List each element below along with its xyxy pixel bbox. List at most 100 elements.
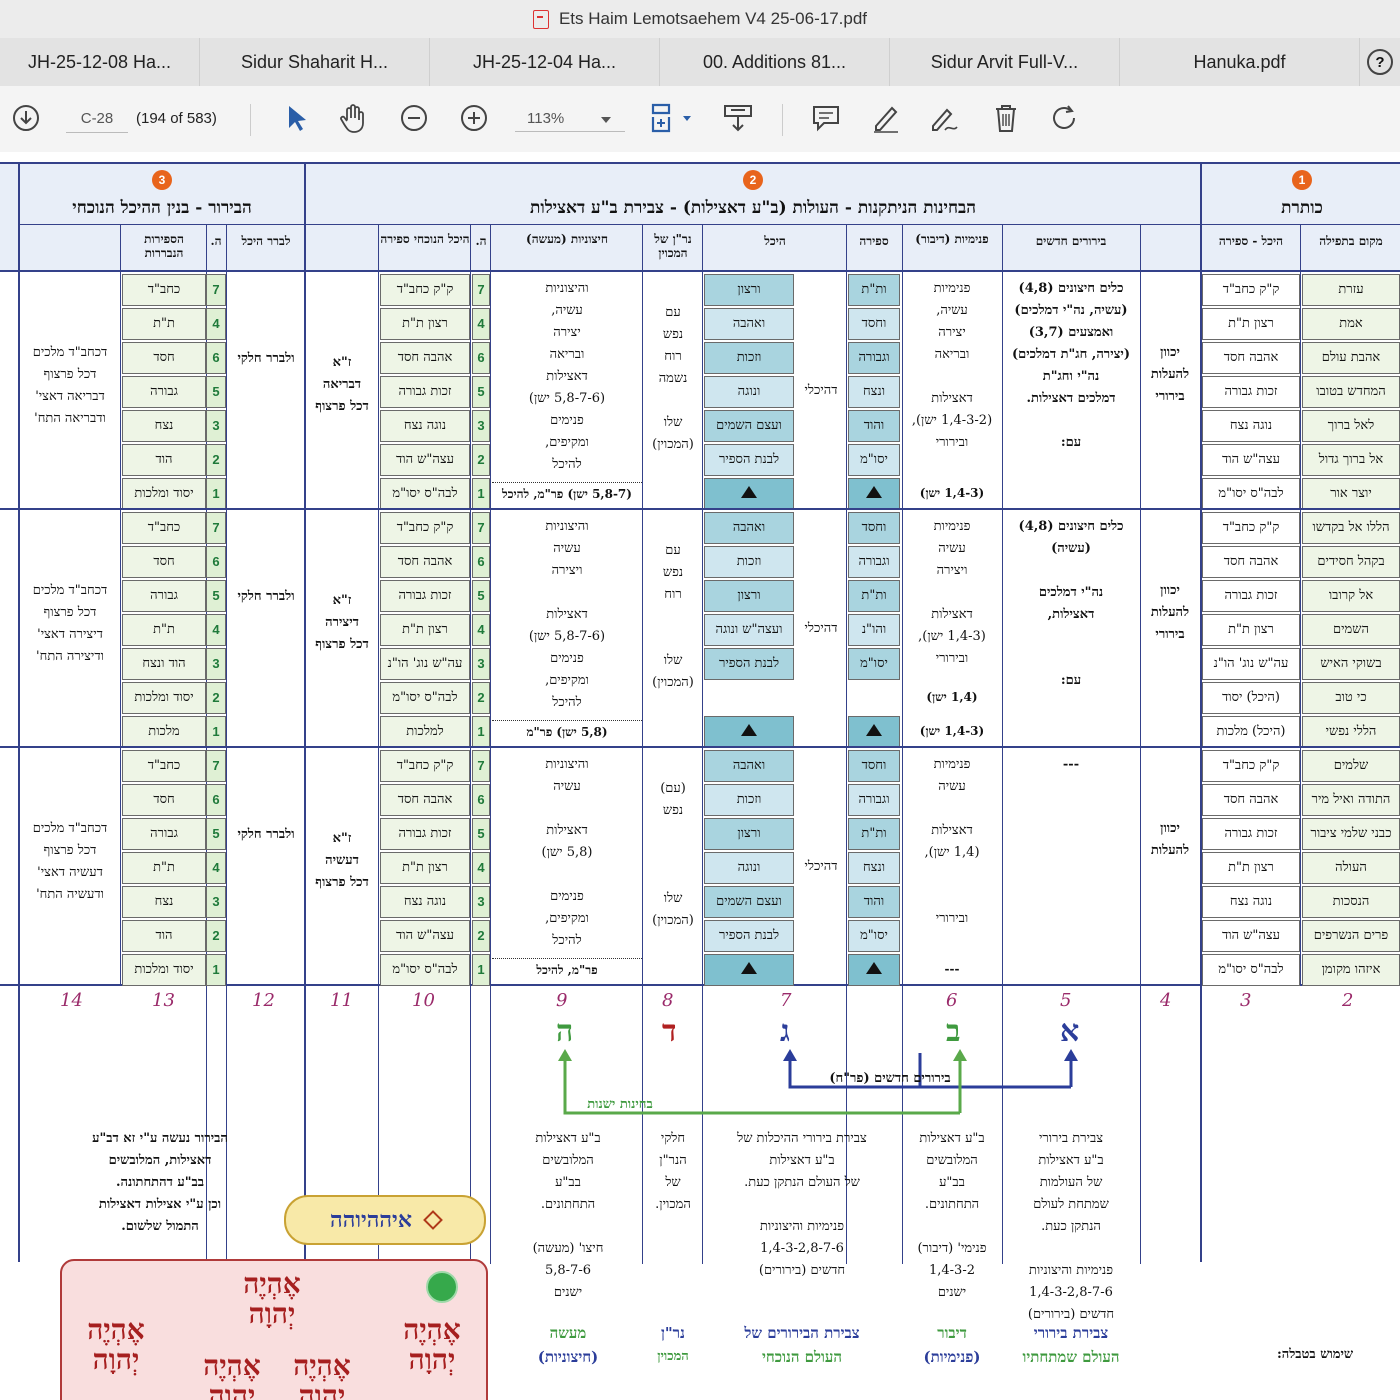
- h-number: 7: [472, 512, 490, 544]
- h-number: 3: [472, 648, 490, 680]
- arrow-up-icon: [866, 962, 882, 974]
- makom-cell: השמים: [1302, 614, 1400, 646]
- zoom-out-icon[interactable]: [396, 98, 432, 138]
- makom-cell: הללו אל בקדשו: [1302, 512, 1400, 544]
- sefirot-cell: יסוד ומלכות: [122, 478, 206, 510]
- note-c7-green: העולם הנוכחי: [761, 1348, 843, 1366]
- birur-note: הבירור נעשה ע"י זא דב"ע דאצילות, המלובשי…: [92, 1131, 228, 1234]
- column-number: 8: [662, 990, 674, 1011]
- heichal-nochechi-cell: עה"ש נוג' הו"נ: [380, 648, 470, 680]
- divine-names-box: אֶהְיֶה יְהוָה אֶהְיֶה יְהוָה אֶהְיֶה יְ…: [60, 1259, 488, 1400]
- heichal-cell: ורצון: [704, 580, 794, 612]
- sign-icon[interactable]: [926, 98, 966, 138]
- window-title: Ets Haim Lemotsaehem V4 25-06-17.pdf: [558, 9, 868, 28]
- frame-top: [0, 162, 1400, 164]
- sefira-cell: ונצח: [848, 376, 900, 408]
- heichal-cell: וזכות: [704, 342, 794, 374]
- heichal-cell: ועצם השמים: [704, 886, 794, 918]
- section-title-3: הבירור - בנין ההיכל הנוכחי: [72, 198, 252, 218]
- heichal-nochechi-cell: עצה"ש הוד: [380, 920, 470, 952]
- trash-icon[interactable]: [986, 98, 1026, 138]
- sefirot-number: 1: [206, 478, 226, 510]
- comment-icon[interactable]: [806, 98, 846, 138]
- tab-jh-25-12-04[interactable]: JH-25-12-04 Ha...: [430, 38, 660, 86]
- column-number: 4: [1160, 990, 1172, 1011]
- column-number: 13: [152, 990, 175, 1011]
- heichal-nochechi-cell: אהבה חסד: [380, 784, 470, 816]
- zoom-select[interactable]: 113%: [515, 106, 625, 132]
- sefira-cell: וגבורה: [848, 546, 900, 578]
- tab-additions[interactable]: 00. Additions 81...: [660, 38, 890, 86]
- note-c6: ב"ע דאצילות המלובשים בב"ע התחתונים. פנימ…: [917, 1131, 987, 1300]
- note-c9: ב"ע דאצילות המלובשים בב"ע התחתונים. חיצו…: [532, 1131, 604, 1300]
- sefirot-number: 2: [206, 682, 226, 714]
- levarer-text: ולברר חלקי: [237, 589, 295, 604]
- heichal-sefira-cell: אהבה חסד: [1202, 546, 1300, 578]
- page-label-input[interactable]: C-28: [66, 106, 128, 133]
- letter-c5: א: [1060, 1014, 1080, 1049]
- rotate-icon[interactable]: [1044, 98, 1084, 138]
- stamp-icon[interactable]: [718, 98, 758, 138]
- sefirot-cell: הוד: [122, 444, 206, 476]
- arrow-label-green: בחינות ישנות: [587, 1097, 653, 1112]
- makom-cell: כבני שלמי ציבור: [1302, 818, 1400, 850]
- tab-hanuka[interactable]: Hanuka.pdf: [1120, 38, 1360, 86]
- pnimiut-last: ---: [944, 962, 960, 976]
- makom-cell: בשוקי האיש: [1302, 648, 1400, 680]
- tab-sidur-shaharit[interactable]: Sidur Shaharit H...: [200, 38, 430, 86]
- sefira-cell: וגבורה: [848, 784, 900, 816]
- sefirot-cell: נצח: [122, 410, 206, 442]
- column-number: 6: [946, 990, 958, 1011]
- note-c8: חלקי הנר"ן של המכוין.: [655, 1131, 691, 1212]
- h-number: 2: [472, 444, 490, 476]
- sefira-cell: והוד: [848, 410, 900, 442]
- h-number: 2: [472, 682, 490, 714]
- sefira-cell: ות"ת: [848, 274, 900, 306]
- heichal-cell: ועצה"ש ונוגה: [704, 614, 794, 646]
- last-text: דכחב"ד מלכים דכל פרצוף דעשיה דאצי' ודעשי…: [32, 821, 108, 902]
- heichal-nochechi-cell: ק"ק כחב"ד: [380, 274, 470, 306]
- pnimiut-text: פנימיות עשיה ויצירה דאצילות (1,4-3 ישן),…: [918, 519, 986, 666]
- zoom-in-icon[interactable]: [456, 98, 492, 138]
- help-button[interactable]: ?: [1360, 38, 1400, 86]
- green-circle-icon: [426, 1271, 458, 1303]
- name-mid-1: אֶהְיֶה יְהוָה: [293, 1349, 351, 1400]
- name-right: אֶהְיֶה יְהוָה: [403, 1313, 461, 1376]
- toolbar: C-28 (194 of 583) 113%: [0, 86, 1400, 153]
- window-titlebar: Ets Haim Lemotsaehem V4 25-06-17.pdf: [0, 0, 1400, 38]
- h-number: 6: [472, 784, 490, 816]
- makom-cell: שלמים: [1302, 750, 1400, 782]
- pen-icon[interactable]: [866, 98, 906, 138]
- col-header-nrn: נר"ן של המכוין: [654, 232, 692, 260]
- levarer-text: ולברר חלקי: [237, 351, 295, 366]
- pdf-document-view[interactable]: 1 כותרת 2 הבחינות הניתקנות - העולות (ב"ע…: [0, 152, 1400, 1400]
- section-number: 3: [152, 170, 172, 190]
- tab-jh-25-12-08[interactable]: JH-25-12-08 Ha...: [0, 38, 200, 86]
- note-c8-mechaven: המכוין: [657, 1349, 689, 1364]
- makom-cell: אל קרובו: [1302, 580, 1400, 612]
- sefirot-cell: גבורה: [122, 376, 206, 408]
- heichal-sefira-cell: עצה"ש הוד: [1202, 444, 1300, 476]
- levarer-text: ולברר חלקי: [237, 827, 295, 842]
- pointer-icon[interactable]: [278, 98, 312, 138]
- sefirot-cell: חסד: [122, 342, 206, 374]
- sefirot-number: 6: [206, 546, 226, 578]
- heichal-cell: ועצם השמים: [704, 410, 794, 442]
- heichal-cell: ורצון: [704, 818, 794, 850]
- column-number: 14: [60, 990, 83, 1011]
- sefirot-number: 7: [206, 750, 226, 782]
- tab-sidur-arvit[interactable]: Sidur Arvit Full-V...: [890, 38, 1120, 86]
- sefirot-cell: גבורה: [122, 818, 206, 850]
- h-number: 6: [472, 342, 490, 374]
- download-icon[interactable]: [8, 98, 44, 138]
- heichal-sefira-cell: לבה"ס יסו"מ: [1202, 954, 1300, 986]
- col-header-chitzoniut: חיצוניות (מעשה): [526, 232, 608, 246]
- select-crop-icon[interactable]: [644, 98, 696, 138]
- sefirot-number: 4: [206, 308, 226, 340]
- section-title-1: כותרת: [1281, 198, 1323, 218]
- heichal-nochechi-cell: לבה"ס יסו"מ: [380, 682, 470, 714]
- col-header-birurim: בירורים חדשים: [1035, 234, 1107, 248]
- hand-icon[interactable]: [336, 98, 372, 138]
- sefira-cell: יסו"מ: [848, 920, 900, 952]
- letter-c7: ג: [780, 1014, 790, 1049]
